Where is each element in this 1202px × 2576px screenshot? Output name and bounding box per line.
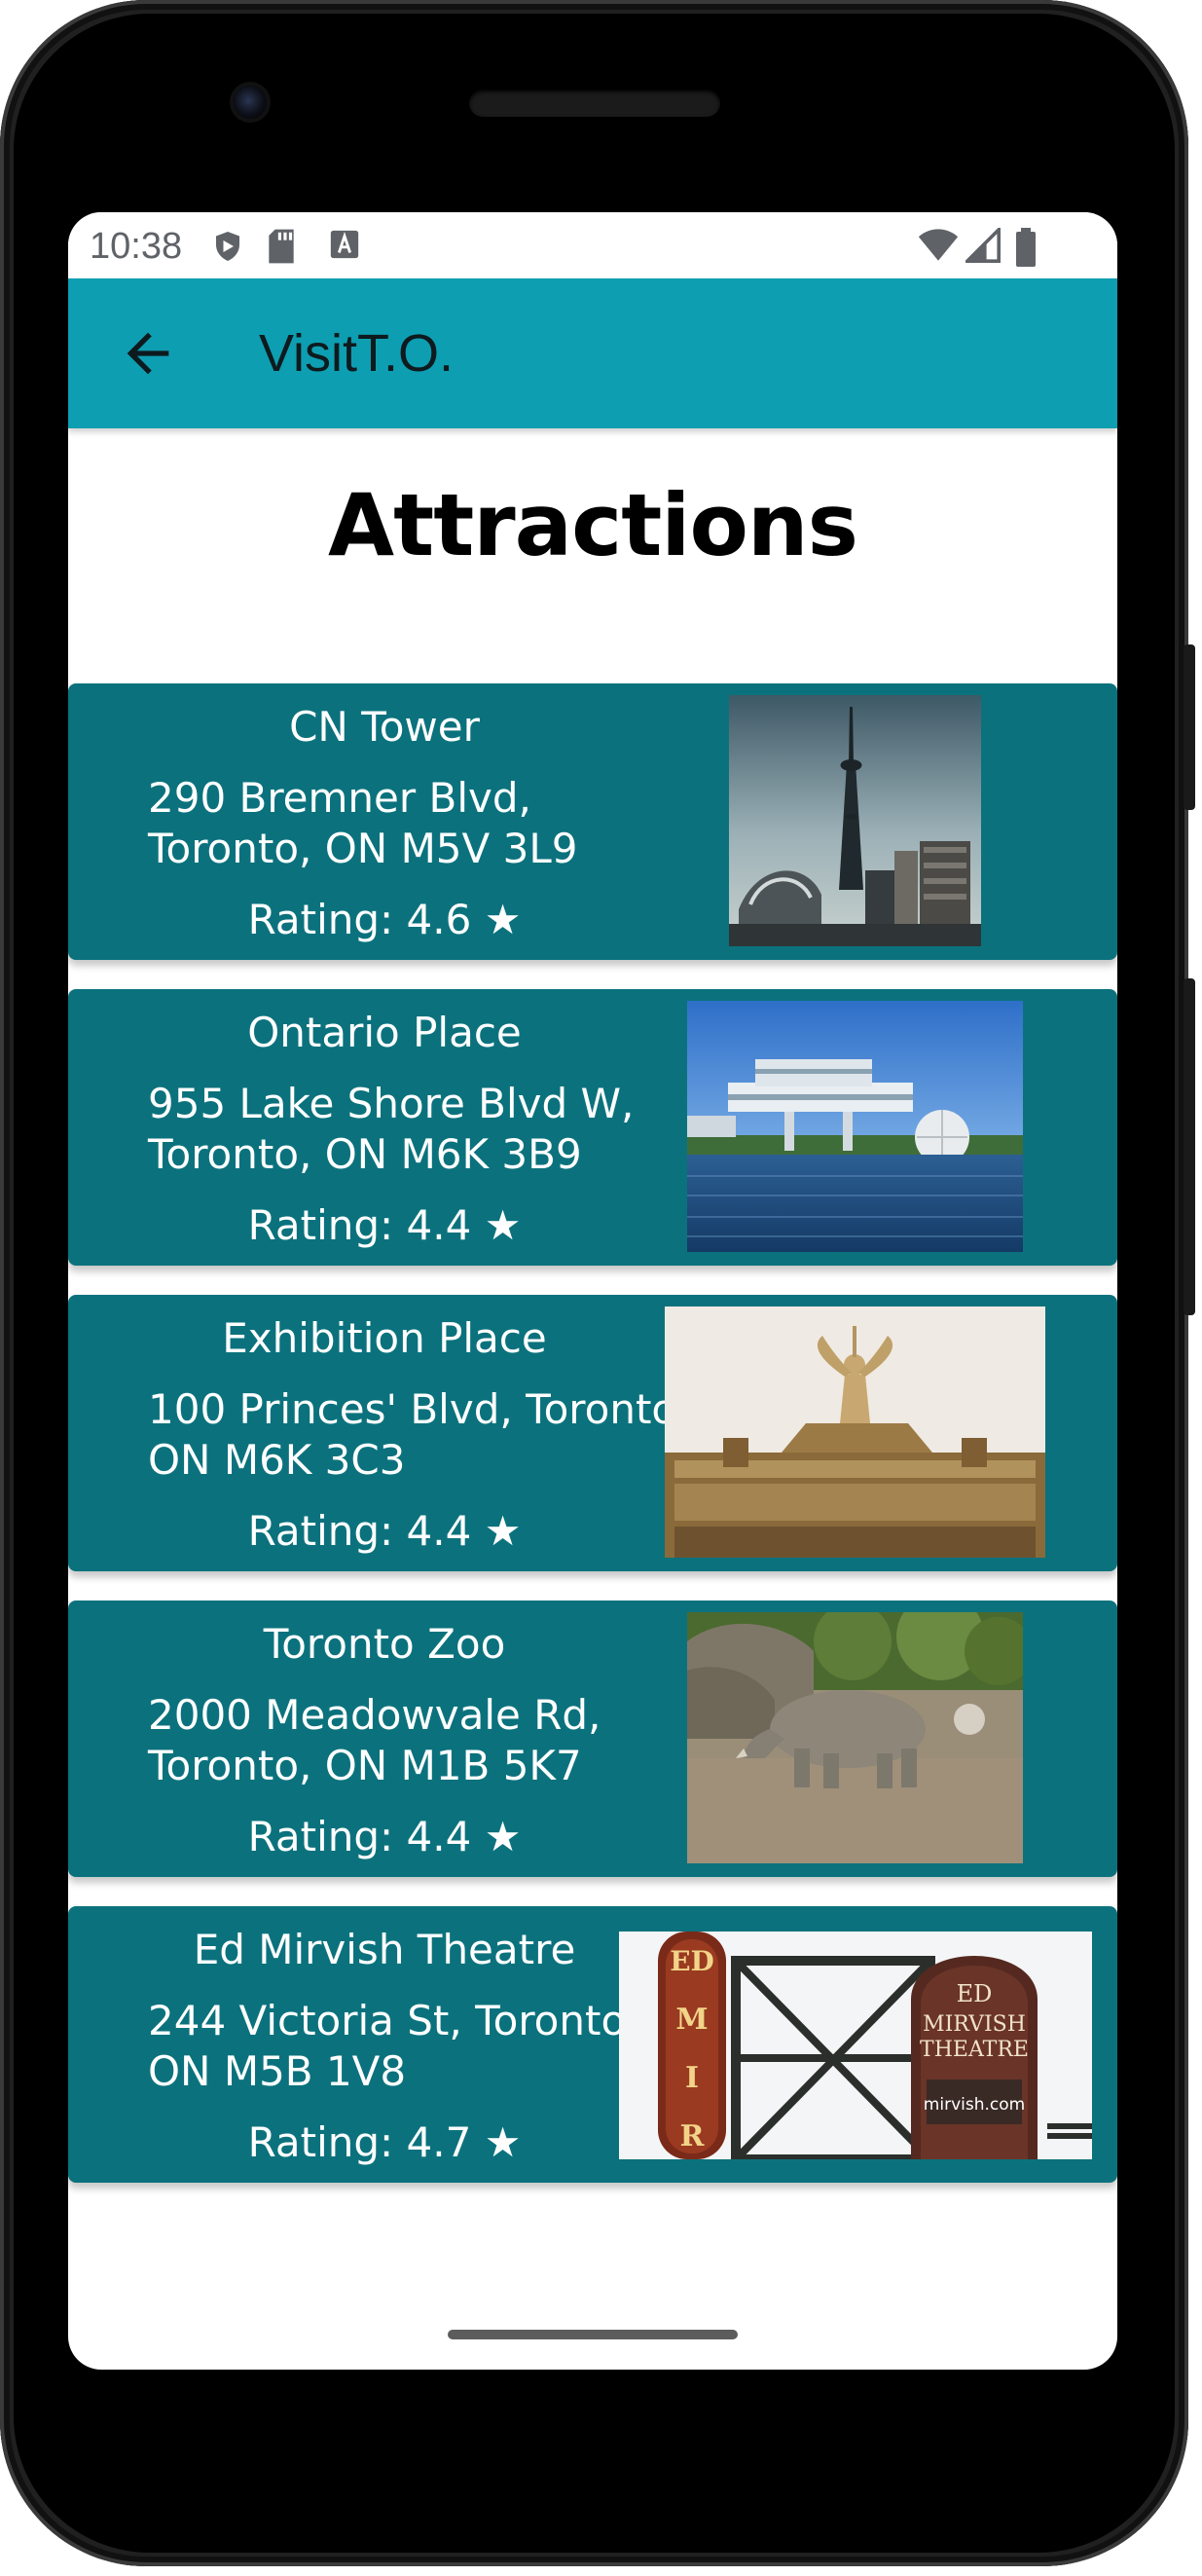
power-button <box>1184 644 1195 810</box>
toronto-zoo-photo <box>687 1612 1023 1863</box>
sign-letter-m: M <box>675 2003 708 2037</box>
attraction-rating: Rating: 4.4 ★ <box>247 1813 522 1860</box>
attraction-card-ed-mirvish-theatre[interactable]: Ed Mirvish Theatre 244 Victoria St, Toro… <box>68 1906 1117 2183</box>
attraction-name: Toronto Zoo <box>263 1620 506 1668</box>
attraction-address: 2000 Meadowvale Rd, Toronto, ON M1B 5K7 <box>148 1691 601 1789</box>
home-indicator[interactable] <box>448 2330 738 2339</box>
attraction-card-toronto-zoo[interactable]: Toronto Zoo 2000 Meadowvale Rd, Toronto,… <box>68 1601 1117 1877</box>
exhibition-place-photo <box>665 1306 1045 1558</box>
attraction-address: 955 Lake Shore Blvd W, Toronto, ON M6K 3… <box>148 1080 635 1178</box>
volume-button <box>1184 978 1195 1315</box>
sign-letter-r: R <box>680 2119 706 2153</box>
wifi-icon <box>918 229 959 261</box>
sd-card-icon <box>269 229 294 264</box>
attraction-card-cn-tower[interactable]: CN Tower 290 Bremner Blvd, Toronto, ON M… <box>68 683 1117 960</box>
attraction-rating: Rating: 4.7 ★ <box>247 2118 522 2166</box>
arrow-back-icon[interactable] <box>117 322 179 385</box>
attraction-address: 100 Princes' Blvd, Toronto, ON M6K 3C3 <box>148 1385 690 1484</box>
attraction-address: 244 Victoria St, Toronto, ON M5B 1V8 <box>148 1997 639 2095</box>
attraction-card-ontario-place[interactable]: Ontario Place 955 Lake Shore Blvd W, Tor… <box>68 989 1117 1266</box>
cn-tower-photo <box>729 695 981 946</box>
sign-letter-i: I <box>685 2061 699 2095</box>
battery-icon <box>1016 228 1036 267</box>
ontario-place-photo <box>687 1001 1023 1252</box>
app-bar: VisitT.O. <box>68 278 1117 428</box>
sign-mirvish: MIRVISH <box>923 2012 1026 2037</box>
status-time: 10:38 <box>90 226 183 267</box>
page-title: Attractions <box>328 475 858 575</box>
screen: 10:38 VisitT.O. Attractions CN Tower 290… <box>68 212 1117 2370</box>
earpiece-speaker <box>469 90 720 117</box>
sign-ed: ED <box>957 1980 993 2007</box>
attraction-rating: Rating: 4.4 ★ <box>247 1507 522 1555</box>
sign-website: mirvish.com <box>924 2095 1025 2115</box>
attraction-name: Exhibition Place <box>222 1314 547 1362</box>
attraction-name: Ontario Place <box>247 1009 522 1056</box>
sign-letter-ed: ED <box>670 1945 714 1977</box>
signal-icon <box>965 228 1001 263</box>
text-a-icon <box>330 230 359 259</box>
status-bar: 10:38 <box>68 212 1117 278</box>
attraction-rating: Rating: 4.4 ★ <box>247 1201 522 1249</box>
attraction-name: Ed Mirvish Theatre <box>193 1926 576 1973</box>
attraction-address: 290 Bremner Blvd, Toronto, ON M5V 3L9 <box>148 774 578 872</box>
sign-theatre: THEATRE <box>920 2038 1029 2062</box>
front-camera <box>234 86 267 119</box>
attraction-name: CN Tower <box>289 703 480 751</box>
ed-mirvish-theatre-photo: ED M I R ED MIRVISH THEATRE mirvish.com <box>619 1932 1092 2159</box>
shield-icon <box>216 232 239 261</box>
attraction-card-exhibition-place[interactable]: Exhibition Place 100 Princes' Blvd, Toro… <box>68 1295 1117 1571</box>
attraction-rating: Rating: 4.6 ★ <box>247 896 522 943</box>
app-title: VisitT.O. <box>259 324 455 383</box>
